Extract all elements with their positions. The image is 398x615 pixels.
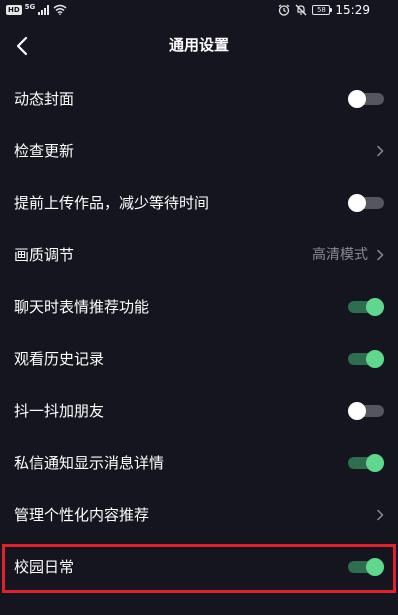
toggle-knob bbox=[366, 558, 384, 576]
status-bar: HD 5G 58 15:29 bbox=[0, 0, 398, 22]
dm-details-toggle[interactable] bbox=[348, 453, 384, 473]
toggle-knob bbox=[348, 194, 366, 212]
setting-label: 动态封面 bbox=[14, 90, 75, 108]
clock-time: 15:29 bbox=[335, 3, 370, 17]
mute-bell-icon bbox=[295, 4, 307, 16]
setting-label: 管理个性化内容推荐 bbox=[14, 506, 150, 524]
setting-value: 高清模式 bbox=[312, 247, 368, 263]
status-left: HD 5G bbox=[6, 4, 67, 15]
network-type-label: 5G bbox=[24, 3, 36, 11]
setting-label: 抖一抖加朋友 bbox=[14, 402, 105, 420]
setting-label: 检查更新 bbox=[14, 142, 75, 160]
setting-dynamic-cover: 动态封面 bbox=[0, 73, 398, 125]
toggle-knob bbox=[348, 90, 366, 108]
check-update-link[interactable] bbox=[368, 145, 384, 157]
battery-level: 58 bbox=[316, 6, 326, 14]
page-title: 通用设置 bbox=[168, 36, 229, 54]
chevron-right-icon bbox=[377, 509, 384, 521]
setting-emoji-suggest: 聊天时表情推荐功能 bbox=[0, 281, 398, 333]
setting-label: 聊天时表情推荐功能 bbox=[14, 298, 150, 316]
chevron-right-icon bbox=[377, 249, 384, 261]
setting-label: 校园日常 bbox=[14, 558, 75, 576]
chevron-right-icon bbox=[377, 145, 384, 157]
emoji-suggest-toggle[interactable] bbox=[348, 297, 384, 317]
personalized-content-link[interactable] bbox=[368, 509, 384, 521]
nav-header: 通用设置 bbox=[0, 22, 398, 70]
setting-shake-friends: 抖一抖加朋友 bbox=[0, 385, 398, 437]
watch-history-toggle[interactable] bbox=[348, 349, 384, 369]
setting-personalized-content[interactable]: 管理个性化内容推荐 bbox=[0, 489, 398, 541]
toggle-knob bbox=[366, 298, 384, 316]
status-right: 58 15:29 bbox=[278, 3, 370, 17]
setting-check-update[interactable]: 检查更新 bbox=[0, 125, 398, 177]
setting-label: 观看历史记录 bbox=[14, 350, 105, 368]
shake-friends-toggle[interactable] bbox=[348, 401, 384, 421]
setting-video-quality[interactable]: 画质调节 高清模式 bbox=[0, 229, 398, 281]
wifi-icon bbox=[53, 4, 67, 15]
setting-label: 画质调节 bbox=[14, 246, 75, 264]
setting-label: 提前上传作品，减少等待时间 bbox=[14, 194, 210, 212]
alarm-icon bbox=[279, 4, 290, 16]
setting-early-upload: 提前上传作品，减少等待时间 bbox=[0, 177, 398, 229]
toggle-knob bbox=[348, 402, 366, 420]
settings-list: 动态封面 检查更新 提前上传作品，减少等待时间 画质调节 高清模式 聊天时表情推… bbox=[0, 73, 398, 593]
early-upload-toggle[interactable] bbox=[348, 193, 384, 213]
setting-campus-daily: 校园日常 bbox=[0, 541, 398, 593]
setting-dm-details: 私信通知显示消息详情 bbox=[0, 437, 398, 489]
video-quality-link[interactable]: 高清模式 bbox=[312, 246, 384, 264]
campus-daily-toggle[interactable] bbox=[348, 557, 384, 577]
hd-badge: HD bbox=[6, 4, 22, 15]
setting-label: 私信通知显示消息详情 bbox=[14, 454, 165, 472]
dynamic-cover-toggle[interactable] bbox=[348, 89, 384, 109]
setting-watch-history: 观看历史记录 bbox=[0, 333, 398, 385]
toggle-knob bbox=[366, 350, 384, 368]
signal-icon bbox=[38, 4, 50, 15]
battery-icon: 58 bbox=[312, 5, 333, 15]
toggle-knob bbox=[366, 454, 384, 472]
